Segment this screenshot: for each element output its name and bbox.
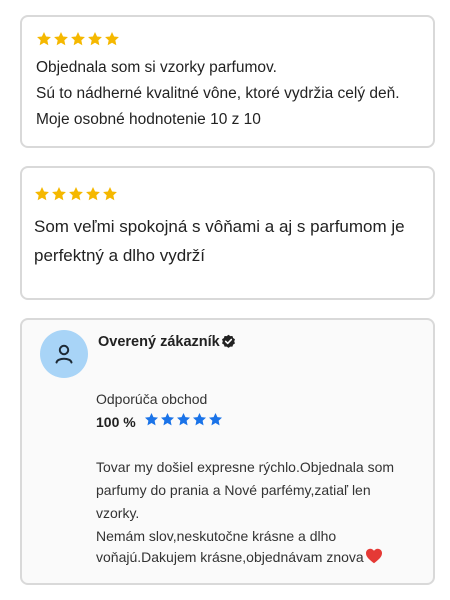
review-text-line: Som veľmi spokojná s vôňami a aj s parfu… [34, 217, 405, 236]
verified-review-card: Overený zákazník Odporúča obchod 100 % T… [20, 318, 435, 585]
star-icon [105, 32, 119, 46]
review-text-line: perfektný a dlho vydrží [34, 246, 206, 265]
star-icon [37, 32, 51, 46]
heart-icon [365, 548, 382, 564]
review-text: voňajú.Dakujem krásne,objednávam znova [96, 549, 364, 565]
star-icon [193, 412, 206, 426]
review-text-line: Tovar my došiel expresne rýchlo.Objednal… [96, 459, 395, 475]
star-icon [71, 32, 85, 46]
check-badge-icon [221, 334, 236, 354]
star-icon [103, 187, 117, 201]
star-icon [145, 412, 158, 426]
star-icon [177, 412, 190, 426]
review-text-line: parfumy do prania a Nové parfémy,zatiaľ … [96, 482, 371, 498]
star-icon [209, 412, 222, 426]
review-card: Som veľmi spokojná s vôňami a aj s parfu… [20, 166, 435, 300]
author-name: Overený zákazník [98, 334, 220, 350]
review-card: Objednala som si vzorky parfumov. Sú to … [20, 15, 435, 148]
star-icon [161, 412, 174, 426]
star-icon [35, 187, 49, 201]
review-text-line: Sú to nádherné kvalitné vône, ktoré vydr… [36, 85, 400, 102]
user-icon [55, 344, 73, 364]
star-rating [144, 412, 223, 427]
star-icon [69, 187, 83, 201]
star-icon [52, 187, 66, 201]
review-text-line: Nemám slov,neskutočne krásne a dlho [96, 528, 337, 544]
star-icon [86, 187, 100, 201]
star-rating [36, 31, 120, 47]
avatar [40, 330, 88, 378]
review-text-line-last: voňajú.Dakujem krásne,objednávam znova [96, 548, 383, 565]
review-text-line: Objednala som si vzorky parfumov. [36, 59, 277, 76]
recommend-percent: 100 % [96, 414, 136, 430]
recommend-label: Odporúča obchod [96, 391, 208, 407]
star-rating [34, 186, 118, 202]
review-text-line: Moje osobné hodnotenie 10 z 10 [36, 111, 261, 128]
star-icon [54, 32, 68, 46]
star-icon [88, 32, 102, 46]
review-text-line: vzorky. [96, 505, 140, 521]
